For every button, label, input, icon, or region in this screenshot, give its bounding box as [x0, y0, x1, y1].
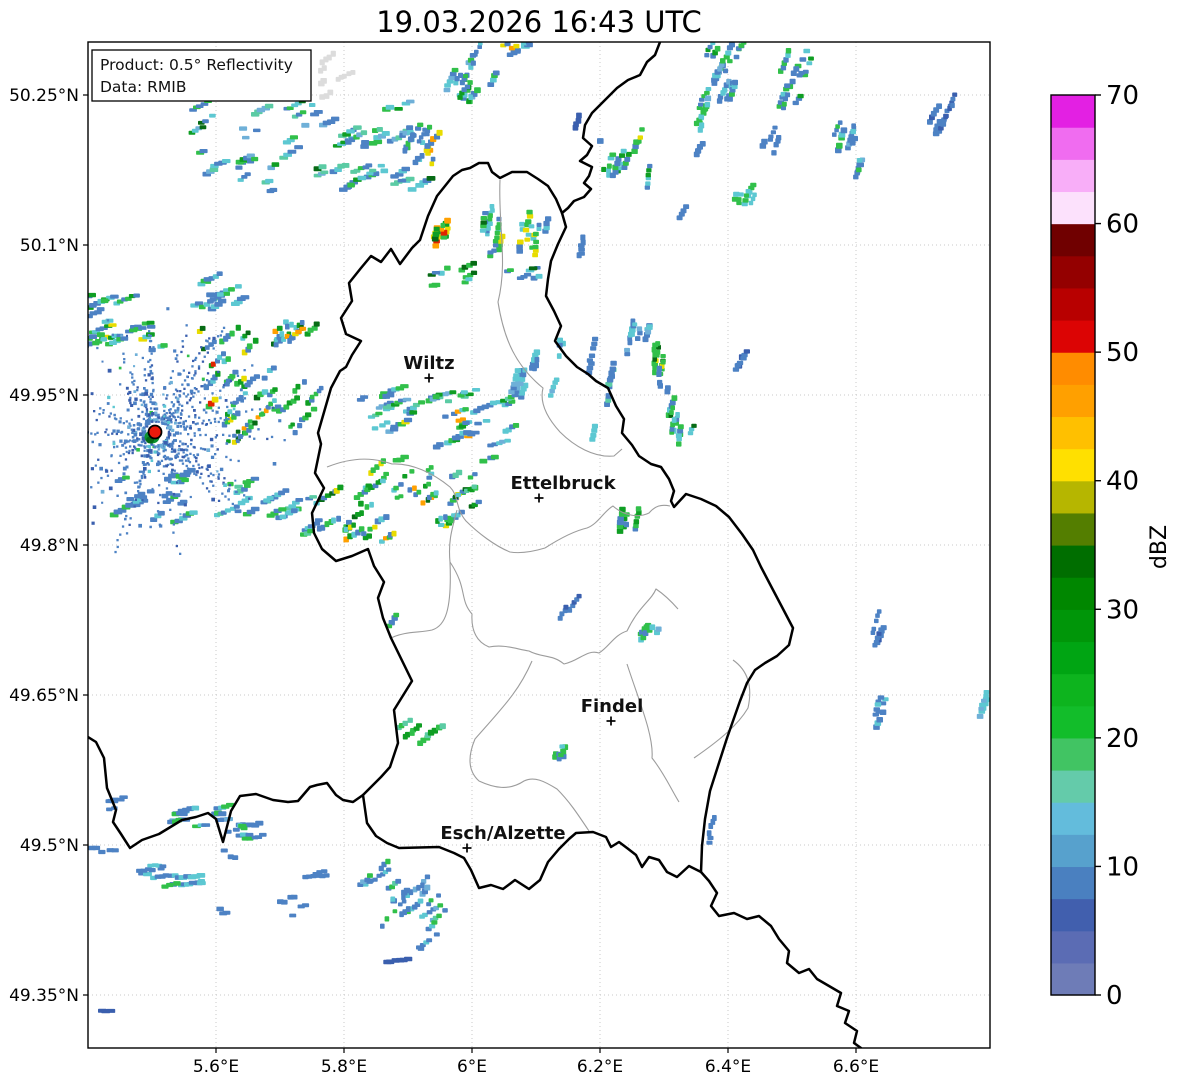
colorbar-segment: [1051, 705, 1095, 739]
city-marker: [534, 493, 544, 503]
colorbar-segment: [1051, 223, 1095, 257]
colorbar-segment: [1051, 770, 1095, 803]
echo-cells: [88, 42, 990, 1014]
annotation-product: Product: 0.5° Reflectivity: [100, 56, 293, 74]
y-tick-label: 50.25°N: [9, 86, 79, 106]
gridlines: [88, 42, 990, 1048]
y-tick-label: 49.8°N: [20, 536, 79, 556]
y-tick-label: 50.1°N: [20, 236, 79, 256]
annotation-box: Product: 0.5° Reflectivity Data: RMIB: [91, 49, 312, 102]
x-tick-label: 5.8°E: [321, 1057, 367, 1077]
colorbar-segment: [1051, 159, 1095, 193]
plot-frame: [87, 41, 991, 1049]
x-tick-label: 6°E: [457, 1057, 487, 1077]
y-tick-label: 49.95°N: [9, 386, 79, 406]
colorbar-segment: [1051, 255, 1095, 289]
colorbar-tick-label: 60: [1106, 210, 1139, 240]
colorbar-tick-label: 50: [1106, 338, 1139, 368]
colorbar-segment: [1051, 641, 1095, 675]
x-tick-label: 6.2°E: [577, 1057, 623, 1077]
colorbar-segment: [1051, 866, 1095, 900]
colorbar-segment: [1051, 416, 1095, 450]
colorbar-tick-label: 70: [1106, 81, 1139, 111]
national-borders: [88, 42, 863, 1048]
colorbar-segment: [1051, 898, 1095, 932]
city-label: Ettelbruck: [510, 473, 616, 494]
colorbar-segment: [1051, 545, 1095, 578]
city-marker: [606, 716, 616, 726]
x-tick-label: 6.6°E: [833, 1057, 879, 1077]
x-tick-label: 5.6°E: [193, 1057, 239, 1077]
y-tick-label: 49.35°N: [9, 986, 79, 1006]
colorbar-segment: [1051, 287, 1095, 321]
colorbar-tick-label: 40: [1106, 467, 1139, 497]
city-marker: [424, 373, 434, 383]
radar-site: [144, 424, 163, 444]
colorbar-segment: [1051, 480, 1095, 514]
city-label: Findel: [581, 696, 644, 717]
plot-title: 19.03.2026 16:43 UTC: [376, 5, 702, 39]
radar-figure: 19.03.2026 16:43 UTC Wiltz Ettelbruck Find…: [0, 0, 1184, 1081]
colorbar-segment: [1051, 448, 1095, 482]
colorbar-segment: [1051, 673, 1095, 707]
colorbar-segment: [1051, 802, 1095, 835]
colorbar-segment: [1051, 512, 1095, 546]
colorbar-tick-label: 10: [1106, 852, 1139, 882]
city-marker: [462, 843, 472, 853]
x-tick-label: 6.4°E: [705, 1057, 751, 1077]
colorbar-segment: [1051, 384, 1095, 418]
axis-ticks: [83, 94, 857, 1053]
colorbar-tick-label: 20: [1106, 724, 1139, 754]
colorbar-segment: [1051, 191, 1095, 225]
radar-dot: [147, 424, 163, 440]
colorbar-tick-label: 30: [1106, 595, 1139, 625]
colorbar-segment: [1051, 127, 1095, 160]
colorbar-segment: [1051, 320, 1095, 353]
colorbar-segment: [1051, 737, 1095, 771]
colorbar-segment: [1051, 352, 1095, 385]
y-tick-label: 49.65°N: [9, 686, 79, 706]
colorbar-segment: [1051, 95, 1095, 128]
colorbar-axis-label: dBZ: [1147, 525, 1172, 569]
annotation-source: Data: RMIB: [100, 78, 187, 96]
colorbar-segment: [1051, 577, 1095, 610]
map-content: Wiltz Ettelbruck Findel Esch/Alzette 5.6°E 5.…: [9, 42, 1139, 1077]
city-label: Wiltz: [403, 353, 454, 374]
colorbar-segment: [1051, 930, 1095, 964]
colorbar: 0 10 20 30 40 50 60 70: [1050, 81, 1139, 1011]
colorbar-segment: [1051, 962, 1095, 996]
cities: Wiltz Ettelbruck Findel Esch/Alzette: [403, 353, 643, 853]
colorbar-segment: [1051, 834, 1095, 868]
radar-map: 19.03.2026 16:43 UTC Wiltz Ettelbruck Find…: [9, 5, 1172, 1077]
y-tick-label: 49.5°N: [20, 836, 79, 856]
colorbar-tick-label: 0: [1106, 981, 1123, 1011]
colorbar-segment: [1051, 609, 1095, 643]
city-label: Esch/Alzette: [440, 823, 565, 844]
